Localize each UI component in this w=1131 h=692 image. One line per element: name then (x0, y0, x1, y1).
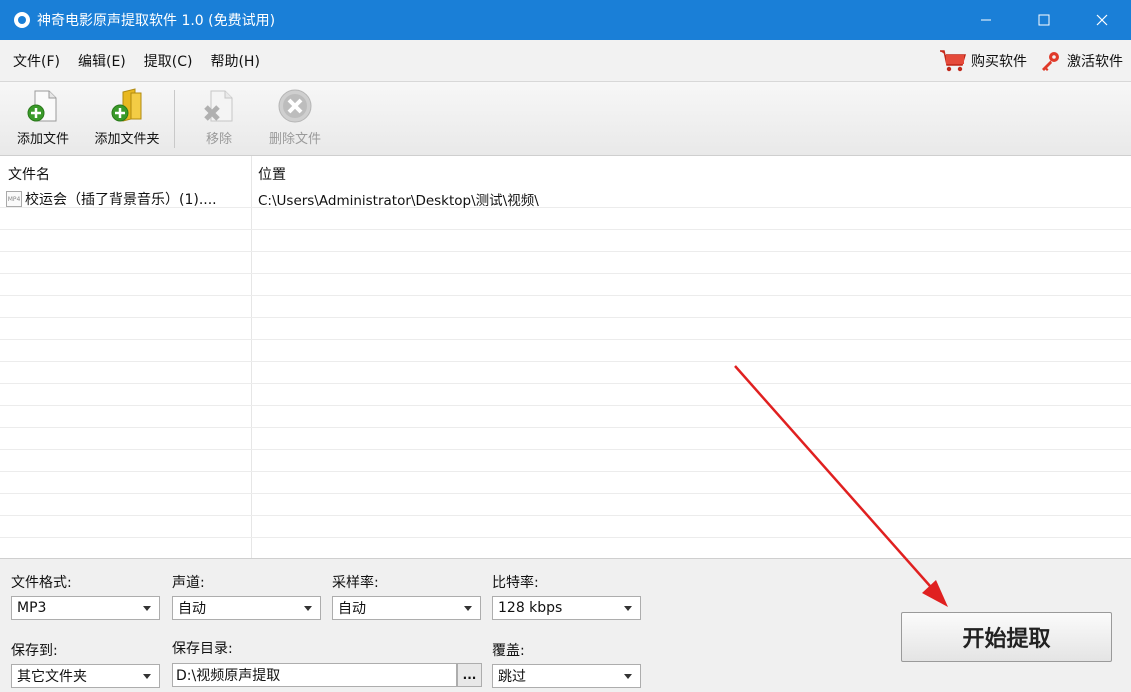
row-filename: 校运会（插了背景音乐）(1).... (25, 192, 217, 208)
channel-label: 声道: (172, 575, 205, 591)
window-title: 神奇电影原声提取软件 1.0 (免费试用) (37, 13, 276, 29)
bitrate-value: 128 kbps (498, 600, 563, 616)
minimize-icon (981, 19, 991, 21)
format-select[interactable]: MP3 (11, 596, 160, 620)
empty-row (0, 538, 1131, 558)
samplerate-select[interactable]: 自动 (332, 596, 481, 620)
empty-row (0, 296, 1131, 318)
add-file-button[interactable]: 添加文件 (8, 88, 78, 150)
row-filename-cell: MP4 校运会（插了背景音乐）(1).... (6, 189, 246, 209)
empty-row (0, 494, 1131, 516)
toolbar: 添加文件 添加文件夹 移除 删除文件 (0, 82, 1131, 156)
menu-file[interactable]: 文件(F) (13, 51, 60, 71)
add-folder-icon (111, 88, 142, 122)
add-file-icon (27, 90, 57, 122)
remove-label: 移除 (205, 132, 232, 147)
overwrite-value: 跳过 (498, 669, 526, 685)
buy-software-button[interactable]: 购买软件 (939, 48, 1027, 74)
empty-row (0, 208, 1131, 230)
add-folder-label: 添加文件夹 (94, 132, 160, 147)
delete-file-button[interactable]: 删除文件 (260, 88, 330, 150)
start-extract-button[interactable]: 开始提取 (901, 612, 1112, 662)
minimize-button[interactable] (957, 0, 1015, 40)
empty-row (0, 472, 1131, 494)
close-button[interactable] (1073, 0, 1131, 40)
file-list[interactable]: 文件名 位置 MP4 校运会（插了背景音乐）(1).... C:\Users\A… (0, 156, 1131, 559)
bitrate-select[interactable]: 128 kbps (492, 596, 641, 620)
empty-row (0, 318, 1131, 340)
empty-row (0, 340, 1131, 362)
remove-button[interactable]: 移除 (184, 88, 254, 150)
maximize-button[interactable] (1015, 0, 1073, 40)
chevron-down-icon (304, 606, 312, 611)
chevron-down-icon (464, 606, 472, 611)
savedir-value: D:\视频原声提取 (176, 668, 281, 684)
remove-icon (204, 90, 233, 122)
overwrite-select[interactable]: 跳过 (492, 664, 641, 688)
column-header-location[interactable]: 位置 (258, 164, 286, 184)
table-row[interactable]: MP4 校运会（插了背景音乐）(1).... C:\Users\Administ… (0, 186, 1131, 209)
empty-row (0, 450, 1131, 472)
samplerate-value: 自动 (338, 601, 366, 617)
column-header-filename[interactable]: 文件名 (8, 164, 50, 184)
close-icon (1096, 14, 1108, 26)
window-controls (957, 0, 1131, 40)
add-file-label: 添加文件 (16, 132, 69, 147)
overwrite-label: 覆盖: (492, 643, 525, 659)
key-icon (1042, 52, 1059, 71)
empty-row (0, 406, 1131, 428)
format-value: MP3 (17, 600, 47, 616)
mp4-file-icon: MP4 (6, 191, 22, 207)
output-settings-panel: 文件格式: MP3 声道: 自动 采样率: 自动 比特率: 128 kbps 保… (0, 560, 1131, 692)
menu-extract[interactable]: 提取(C) (144, 51, 193, 71)
menu-right-actions: 购买软件 激活软件 (939, 40, 1123, 82)
saveto-value: 其它文件夹 (17, 669, 87, 685)
toolbar-separator (174, 90, 175, 148)
app-disc-icon (14, 12, 30, 28)
saveto-label: 保存到: (11, 643, 58, 659)
activate-software-label: 激活软件 (1067, 54, 1123, 70)
chevron-down-icon (624, 606, 632, 611)
bitrate-label: 比特率: (492, 575, 539, 591)
chevron-down-icon (624, 674, 632, 679)
title-bar: 神奇电影原声提取软件 1.0 (免费试用) (0, 0, 1131, 40)
format-label: 文件格式: (11, 575, 72, 591)
savedir-input[interactable]: D:\视频原声提取 (172, 663, 457, 687)
channel-value: 自动 (178, 601, 206, 617)
samplerate-label: 采样率: (332, 575, 379, 591)
empty-row (0, 230, 1131, 252)
empty-row (0, 428, 1131, 450)
buy-software-label: 购买软件 (971, 54, 1027, 70)
add-folder-button[interactable]: 添加文件夹 (92, 88, 162, 150)
row-path: C:\Users\Administrator\Desktop\测试\视频\ (258, 193, 539, 209)
delete-file-icon (278, 89, 312, 123)
empty-row (0, 362, 1131, 384)
saveto-select[interactable]: 其它文件夹 (11, 664, 160, 688)
activate-software-button[interactable]: 激活软件 (1039, 49, 1123, 73)
menu-help[interactable]: 帮助(H) (210, 51, 259, 71)
empty-row (0, 384, 1131, 406)
chevron-down-icon (143, 674, 151, 679)
empty-row (0, 274, 1131, 296)
file-list-header: 文件名 位置 (0, 156, 1131, 186)
empty-row (0, 252, 1131, 274)
browse-button[interactable]: ... (457, 663, 482, 687)
delete-file-label: 删除文件 (268, 132, 321, 147)
maximize-icon (1038, 14, 1050, 26)
savedir-label: 保存目录: (172, 641, 233, 657)
chevron-down-icon (143, 606, 151, 611)
menu-edit[interactable]: 编辑(E) (78, 51, 126, 71)
channel-select[interactable]: 自动 (172, 596, 321, 620)
cart-icon (940, 50, 967, 72)
menu-bar: 文件(F) 编辑(E) 提取(C) 帮助(H) 购买软件 激活软件 (0, 40, 1131, 82)
empty-row (0, 516, 1131, 538)
